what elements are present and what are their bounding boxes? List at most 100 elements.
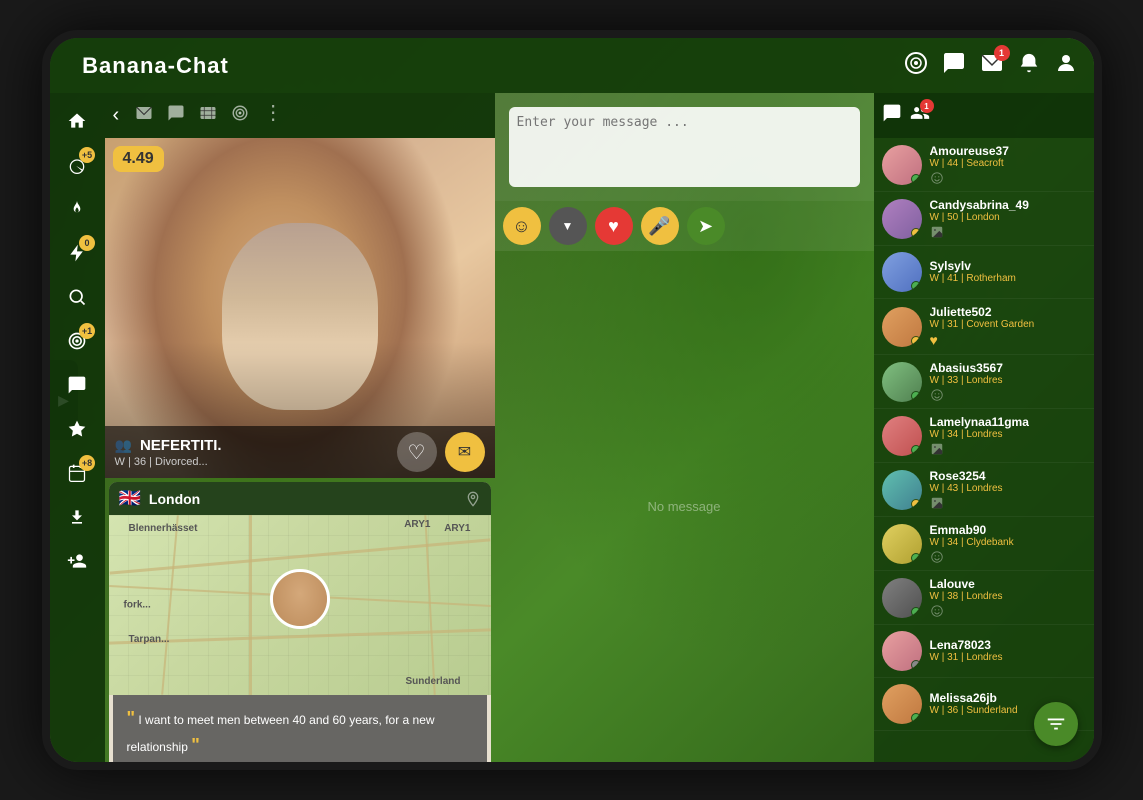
main-content: ‹ ⋮ [105, 93, 1094, 762]
chat-bubble-icon[interactable] [942, 51, 966, 81]
contacts-badge: 1 [920, 99, 934, 113]
no-message-text: No message [632, 483, 737, 530]
user-icon[interactable] [1054, 51, 1078, 81]
calendar-badge: +8 [79, 455, 95, 471]
contact-item-candysabrina_49[interactable]: Candysabrina_49 W | 50 | London [874, 192, 1094, 246]
sub-nav-film[interactable] [195, 100, 221, 131]
sidebar-item-messages[interactable] [57, 365, 97, 405]
back-button[interactable]: ‹ [113, 104, 120, 127]
contacts-chat-icon[interactable] [882, 103, 902, 128]
contact-status [911, 228, 921, 238]
sidebar-item-lightning[interactable]: 0 [57, 233, 97, 273]
profile-photo: 4.49 👥 NEFERTITI. W | 36 | Divorced... [105, 138, 495, 478]
contact-status [911, 499, 921, 509]
message-input-container [509, 107, 860, 187]
sub-nav-envelope[interactable] [131, 100, 157, 131]
contact-sub: W | 33 | Londres [930, 375, 1086, 386]
city-label-4: Sunderland [405, 676, 460, 687]
app-title: Banana-Chat [82, 53, 229, 79]
flag-icon: 🇬🇧 [119, 488, 141, 509]
heart-toolbar-button[interactable]: ♥ [595, 207, 633, 245]
contact-info: Abasius3567 W | 33 | Londres [930, 361, 1086, 402]
city-label-6: ARY1 [404, 519, 430, 530]
contact-name: Lamelynaa11gma [930, 415, 1086, 429]
mic-button[interactable]: 🎤 [641, 207, 679, 245]
contact-sub: W | 50 | London [930, 212, 1086, 223]
contacts-list: Amoureuse37 W | 44 | Seacroft Candysabri… [874, 138, 1094, 731]
contacts-users-icon[interactable]: 1 [910, 103, 930, 128]
contact-item-abasius3567[interactable]: Abasius3567 W | 33 | Londres [874, 355, 1094, 409]
map-avatar [270, 569, 330, 629]
contact-status [911, 445, 921, 455]
contact-status [911, 607, 921, 617]
contact-sub: W | 41 | Rotherham [930, 273, 1086, 284]
contact-item-juliette502[interactable]: Juliette502 W | 31 | Covent Garden ♥ [874, 299, 1094, 355]
contact-avatar [882, 307, 922, 347]
message-input[interactable] [517, 115, 852, 145]
contact-avatar [882, 145, 922, 185]
sidebar-item-home[interactable] [57, 101, 97, 141]
contact-name: Lalouve [930, 577, 1086, 591]
app-logo: Banana-Chat [66, 53, 246, 79]
contact-sub: W | 43 | Londres [930, 483, 1086, 494]
photo-icon [930, 496, 944, 510]
sidebar-item-timer[interactable]: +5 [57, 145, 97, 185]
sidebar-item-search[interactable] [57, 277, 97, 317]
contact-item-emmab90[interactable]: Emmab90 W | 34 | Clydebank [874, 517, 1094, 571]
live-icon[interactable] [904, 51, 928, 81]
contact-item-rose3254[interactable]: Rose3254 W | 43 | Londres [874, 463, 1094, 517]
contact-status [911, 713, 921, 723]
chat-area: ☺ ▼ ♥ 🎤 ➤ No message [495, 93, 874, 762]
filter-button[interactable] [1034, 702, 1078, 746]
map-body: Blennerhässet ARY1 Tarpan... Sunderland … [109, 515, 491, 695]
sub-nav-more[interactable]: ⋮ [259, 100, 287, 131]
profile-details: W | 36 | Divorced... [115, 456, 208, 468]
contact-item-lalouve[interactable]: Lalouve W | 38 | Londres [874, 571, 1094, 625]
smiley-icon [930, 604, 944, 618]
contact-info: Juliette502 W | 31 | Covent Garden ♥ [930, 305, 1086, 348]
contact-sub: W | 44 | Seacroft [930, 158, 1086, 169]
contact-avatar [882, 199, 922, 239]
expand-button[interactable]: ▼ [549, 207, 587, 245]
location-name: London [149, 491, 457, 507]
contact-info: Lamelynaa11gma W | 34 | Londres [930, 415, 1086, 456]
envelope-icon[interactable]: 1 [980, 51, 1004, 81]
contact-item-sylsylv[interactable]: Sylsylv W | 41 | Rotherham [874, 246, 1094, 299]
contact-info: Candysabrina_49 W | 50 | London [930, 198, 1086, 239]
contact-name: Sylsylv [930, 259, 1086, 273]
chat-toolbar: ☺ ▼ ♥ 🎤 ➤ [495, 201, 874, 251]
contacts-panel: 1 Amoureuse37 W | 44 | Seacroft Candysab… [874, 93, 1094, 762]
envelope-badge: 1 [994, 45, 1010, 61]
sidebar-item-target[interactable]: +1 [57, 321, 97, 361]
sub-nav-chat[interactable] [163, 100, 189, 131]
contact-name: Abasius3567 [930, 361, 1086, 375]
quote-box: " I want to meet men between 40 and 60 y… [113, 695, 487, 762]
send-button[interactable]: ➤ [687, 207, 725, 245]
contact-status [911, 336, 921, 346]
contact-name: Rose3254 [930, 469, 1086, 483]
sidebar-item-stars[interactable] [57, 409, 97, 449]
bio-text: I want to meet men between 40 and 60 yea… [127, 713, 435, 754]
contact-status [911, 174, 921, 184]
top-nav: Banana-Chat 1 [50, 38, 1094, 93]
photo-icon [930, 442, 944, 456]
contact-item-lena78023[interactable]: Lena78023 W | 31 | Londres [874, 625, 1094, 678]
contact-info: Lalouve W | 38 | Londres [930, 577, 1086, 618]
message-button[interactable]: ✉ [445, 432, 485, 472]
contact-avatar [882, 362, 922, 402]
sub-nav-target[interactable] [227, 100, 253, 131]
profile-name: NEFERTITI. [140, 437, 222, 454]
sidebar-item-hot[interactable] [57, 189, 97, 229]
bell-icon[interactable] [1018, 52, 1040, 80]
contact-item-amoureuse37[interactable]: Amoureuse37 W | 44 | Seacroft [874, 138, 1094, 192]
sidebar-item-download[interactable] [57, 497, 97, 537]
city-label-1: Blennerhässet [129, 523, 198, 534]
heart-button[interactable]: ♡ [397, 432, 437, 472]
sidebar-item-calendar[interactable]: +8 [57, 453, 97, 493]
contact-status [911, 660, 921, 670]
contact-item-lamelynaa11gma[interactable]: Lamelynaa11gma W | 34 | Londres [874, 409, 1094, 463]
profile-panel: ‹ ⋮ [105, 93, 495, 762]
emoji-button[interactable]: ☺ [503, 207, 541, 245]
sidebar-item-add-user[interactable] [57, 541, 97, 581]
contact-sub: W | 34 | Londres [930, 429, 1086, 440]
